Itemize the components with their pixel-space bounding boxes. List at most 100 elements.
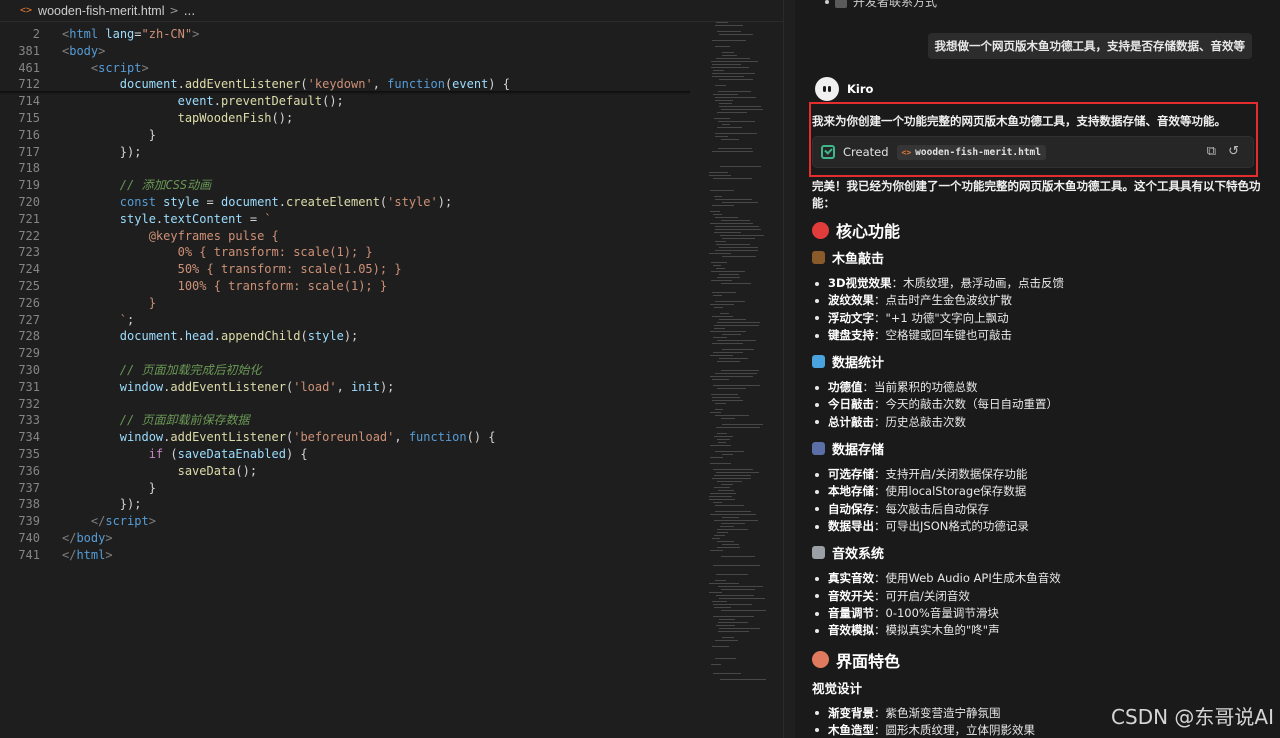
open-diff-icon[interactable]: ⧉ xyxy=(1207,145,1216,159)
code-line[interactable]: 738 }); xyxy=(0,496,700,513)
code-token: addEventListener xyxy=(170,430,286,445)
minimap-line xyxy=(718,91,751,92)
section-emoji-icon xyxy=(812,251,825,264)
minimap-line xyxy=(718,631,749,632)
minimap-line xyxy=(719,103,732,104)
code-line[interactable]: 727 `; xyxy=(0,312,700,329)
section-heading: 视觉设计 xyxy=(812,678,862,697)
section-title: 音效系统 xyxy=(832,547,885,563)
list-item: 键盘支持 ：空格键或回车键也可敲击 xyxy=(812,327,1064,344)
line-number: 722 xyxy=(18,228,40,243)
code-line[interactable]: 722 @keyframes pulse { xyxy=(0,228,700,245)
code-line[interactable]: 2 <html lang="zh-CN"> xyxy=(0,26,700,43)
list-item: 音效模拟 ：模拟真实木鱼的"咚"声 xyxy=(812,622,1061,639)
code-line[interactable]: 720 const style = document.createElement… xyxy=(0,194,700,211)
code-line[interactable]: 729 xyxy=(0,345,700,362)
code-line[interactable]: 733 // 页面卸载前保存数据 xyxy=(0,412,700,429)
created-file-chip[interactable]: <> wooden-fish-merit.html xyxy=(896,144,1046,160)
code-token: ); xyxy=(379,379,395,394)
minimap-line xyxy=(716,427,760,428)
code-token: createElement xyxy=(286,194,380,209)
section-title: 数据统计 xyxy=(832,356,885,372)
section-heading: 界面特色 xyxy=(812,648,900,672)
code-line[interactable]: 724 50% { transform: scale(1.05); } xyxy=(0,261,700,278)
created-file-card[interactable]: Created <> wooden-fish-merit.html ⧉ ↺ xyxy=(812,136,1254,168)
code-line[interactable]: 735 if (saveDataEnabled) { xyxy=(0,446,700,463)
list-item: 总计敲击 ：历史总敲击次数 xyxy=(812,414,1058,431)
revert-icon[interactable]: ↺ xyxy=(1228,145,1239,159)
minimap-line xyxy=(722,637,734,638)
breadcrumb-more[interactable]: ... xyxy=(184,4,195,18)
line-source: document.head.appendChild(style); xyxy=(62,328,358,345)
feature-desc: ："+1 功德"文字向上飘动 xyxy=(874,310,1009,325)
feature-desc: ：使用localStorage保存数据 xyxy=(874,484,1027,499)
code-line[interactable]: 734 window.addEventListener('beforeunloa… xyxy=(0,429,700,446)
code-line[interactable]: 714 event.preventDefault(); xyxy=(0,93,700,110)
minimap-line xyxy=(721,484,733,485)
code-line[interactable]: 715 tapWoodenFish(); xyxy=(0,110,700,127)
minimap-line xyxy=(712,478,751,479)
code-line[interactable]: 716 } xyxy=(0,127,700,144)
section-heading: 音效系统 xyxy=(812,543,884,562)
minimap-line xyxy=(722,334,741,335)
previous-list-item: 开发者联系方式 xyxy=(825,0,937,10)
minimap-line xyxy=(713,565,760,566)
code-line[interactable]: 381 <body> xyxy=(0,43,700,60)
code-token: saveData xyxy=(177,463,236,478)
breadcrumb-file[interactable]: wooden-fish-merit.html xyxy=(38,4,164,18)
minimap-line xyxy=(717,541,734,542)
code-line[interactable]: 725 100% { transform: scale(1); } xyxy=(0,278,700,295)
code-token: html xyxy=(76,547,106,562)
code-line[interactable]: 726 } xyxy=(0,295,700,312)
minimap-line xyxy=(713,673,741,674)
line-number: 734 xyxy=(18,430,40,445)
code-line[interactable]: 728 document.head.appendChild(style); xyxy=(0,328,700,345)
section-heading: 数据存储 xyxy=(812,439,884,458)
list-item: 自动保存 ：每次敲击后自动保存 xyxy=(812,501,1029,518)
feature-name: 数据导出 xyxy=(828,518,874,533)
minimap-line xyxy=(711,394,738,395)
code-line[interactable]: 717 }); xyxy=(0,144,700,161)
minimap-line xyxy=(719,79,753,80)
minimap-line xyxy=(717,547,740,548)
feature-desc: ：今天的敲击次数（每日自动重置） xyxy=(874,397,1058,412)
code-token: style xyxy=(119,211,156,226)
code-line[interactable]: 741 </html> xyxy=(0,547,700,564)
minimap-line xyxy=(713,604,752,605)
code-line[interactable]: 723 0% { transform: scale(1); } xyxy=(0,244,700,261)
line-source: const style = document.createElement('st… xyxy=(62,194,452,211)
code-line[interactable]: 740 </body> xyxy=(0,530,700,547)
code-line[interactable]: 730 // 页面加载完成后初始化 xyxy=(0,362,700,379)
code-line[interactable]: 721 style.textContent = ` xyxy=(0,211,700,228)
code-token: (); xyxy=(322,94,344,109)
code-line[interactable]: 731 window.addEventListener('load', init… xyxy=(0,379,700,396)
code-token: } xyxy=(62,295,156,310)
feature-list: 功德值 ：当前累积的功德总数 今日敲击 ：今天的敲击次数（每日自动重置） 总计敲击 ：历史… xyxy=(812,379,1058,431)
code-editor[interactable]: <> wooden-fish-merit.html > ... 2 <html l… xyxy=(0,0,783,738)
panel-divider[interactable] xyxy=(783,0,795,738)
code-token: "zh-CN" xyxy=(141,27,193,41)
minimap-line xyxy=(722,124,730,125)
code-line[interactable]: 718 xyxy=(0,160,700,177)
code-line[interactable]: 737 } xyxy=(0,480,700,497)
code-line[interactable]: 736 saveData(); xyxy=(0,463,700,480)
html-file-icon: <> xyxy=(901,147,912,157)
minimap-line xyxy=(713,94,738,95)
line-source: // 页面加载完成后初始化 xyxy=(62,362,262,379)
minimap-line xyxy=(710,463,731,464)
feature-desc: ：圆形木质纹理，立体阴影效果 xyxy=(874,722,1035,737)
code-line[interactable]: 732 xyxy=(0,396,700,413)
code-line[interactable]: 461 <script> xyxy=(0,60,700,77)
code-line[interactable]: 719 // 添加CSS动画 xyxy=(0,177,700,194)
minimap[interactable] xyxy=(705,22,783,738)
code-line[interactable]: 739 </script> xyxy=(0,513,700,530)
minimap-line xyxy=(715,85,726,86)
code-token: 50% { transform: scale(1.05); } xyxy=(62,262,402,277)
code-token: appendChild xyxy=(220,329,301,344)
minimap-line xyxy=(715,217,738,218)
line-number: 723 xyxy=(18,245,40,260)
minimap-line xyxy=(716,58,750,59)
code-lines[interactable]: 2 <html lang="zh-CN"> 381 <body> 461 <script… xyxy=(0,26,700,564)
section-emoji-icon xyxy=(812,221,829,239)
